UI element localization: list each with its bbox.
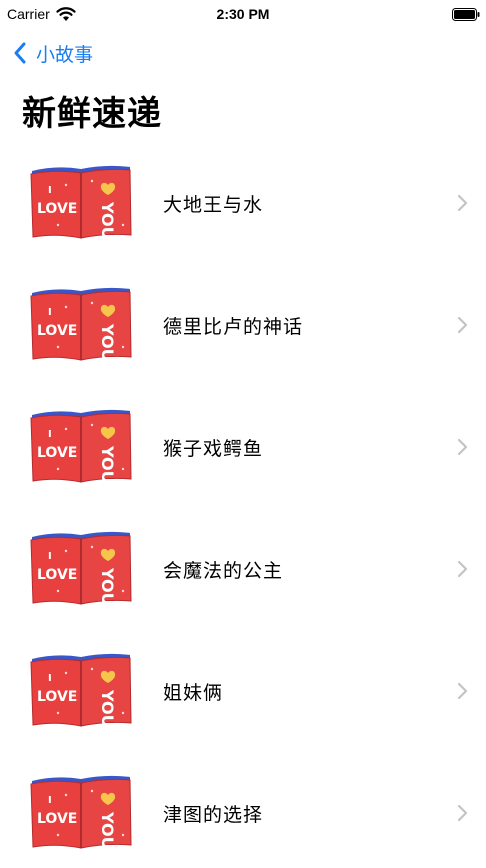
love-you-book-icon: [30, 409, 132, 485]
story-row[interactable]: 大地王与水: [0, 142, 486, 264]
love-you-book-icon: [30, 531, 132, 607]
status-bar: Carrier 2:30 PM: [0, 0, 486, 30]
story-row[interactable]: 姐妹俩: [0, 630, 486, 752]
status-time: 2:30 PM: [216, 6, 270, 22]
love-you-book-icon: [30, 775, 132, 851]
story-row[interactable]: 猴子戏鳄鱼: [0, 386, 486, 508]
story-title: 大地王与水: [163, 193, 264, 216]
page-title: 新鲜速递: [22, 94, 162, 134]
story-title: 德里比卢的神话: [163, 315, 304, 338]
chevron-right-icon: [457, 194, 468, 212]
chevron-right-icon: [457, 560, 468, 578]
story-list: 大地王与水 德里比卢的神话 猴子戏鳄鱼 会魔法的公主 姐妹俩 津图的选择: [0, 142, 486, 868]
battery-icon: [452, 8, 480, 21]
story-row[interactable]: 德里比卢的神话: [0, 264, 486, 386]
back-button[interactable]: 小故事: [12, 38, 93, 68]
chevron-right-icon: [457, 316, 468, 334]
story-title: 会魔法的公主: [163, 559, 284, 582]
chevron-right-icon: [457, 804, 468, 822]
story-row[interactable]: 津图的选择: [0, 752, 486, 868]
chevron-left-icon: [14, 42, 26, 64]
story-title: 姐妹俩: [163, 681, 224, 704]
story-title: 津图的选择: [163, 803, 264, 826]
chevron-right-icon: [457, 682, 468, 700]
love-you-book-icon: [30, 287, 132, 363]
back-button-label: 小故事: [36, 43, 94, 66]
chevron-right-icon: [457, 438, 468, 456]
love-you-book-icon: [30, 653, 132, 729]
story-row[interactable]: 会魔法的公主: [0, 508, 486, 630]
love-you-book-icon: [30, 165, 132, 241]
story-title: 猴子戏鳄鱼: [163, 437, 264, 460]
